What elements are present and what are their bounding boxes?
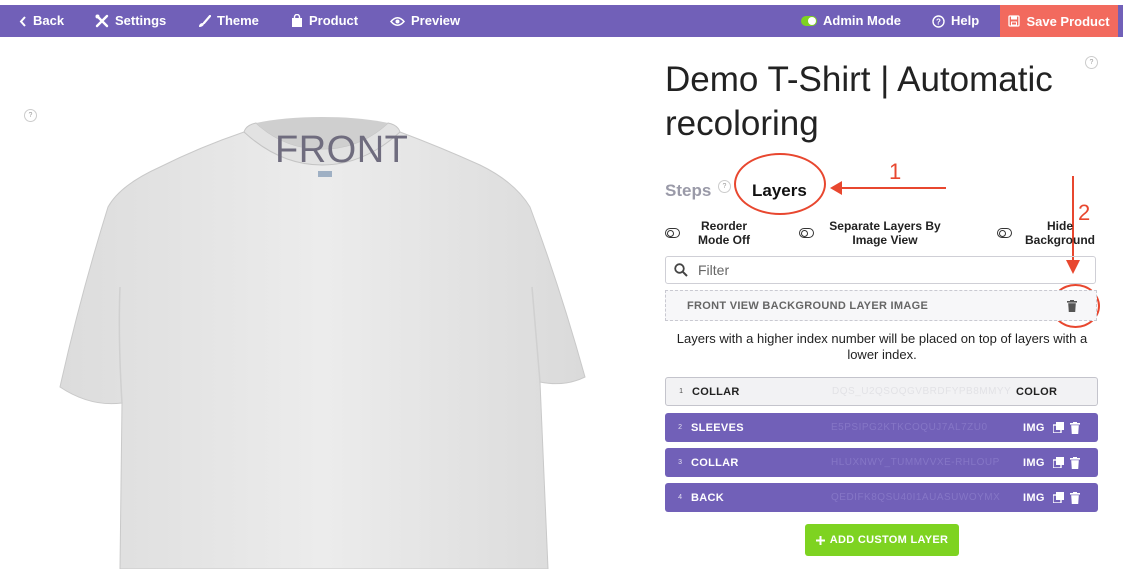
bag-icon [292,14,302,27]
layer-row[interactable]: 3 COLLAR HLUXNWY_TUMMVVXE-RHLOUP IMG [665,448,1098,477]
brush-icon [199,14,211,27]
svg-text:?: ? [936,17,941,26]
copy-icon[interactable] [1052,457,1064,468]
toggle-icon [801,16,817,26]
layer-row[interactable]: 4 BACK QEDIFK8QSU40I1AUASUWOYMX IMG [665,483,1098,512]
back-button[interactable]: Back [19,5,64,37]
add-custom-layer-label: ADD CUSTOM LAYER [829,534,949,546]
help-button[interactable]: ? Help [932,5,979,37]
layer-type: IMG [1023,421,1045,434]
layer-row[interactable]: 2 SLEEVES E5PSIPG2KTKCOQUJ7AL7ZU0 IMG [665,413,1098,442]
preview-label: Preview [411,13,461,28]
view-label: FRONT [275,129,409,171]
reorder-mode-option[interactable]: Reorder Mode Off [665,219,760,247]
theme-button[interactable]: Theme [198,5,259,37]
copy-icon[interactable] [1052,422,1064,433]
tools-icon [95,14,109,28]
question-circle-icon: ? [932,14,945,28]
preview-button[interactable]: Preview [390,5,460,37]
trash-icon[interactable] [1069,491,1080,504]
canvas-help-icon[interactable]: ? [24,109,37,122]
annotation-number-1: 1 [889,159,902,184]
reorder-mode-label: Reorder Mode Off [698,219,750,247]
toggle-icon[interactable] [997,228,1012,238]
layer-index: 2 [678,424,682,431]
title-help-icon[interactable]: ? [1085,56,1098,69]
layer-row[interactable]: 1 COLLAR DQS_U2QSOQGVBRDFYPB8MMYY COLOR [665,377,1098,406]
annotation-circle-layers [734,153,826,215]
layer-name: SLEEVES [691,421,744,434]
copy-icon[interactable] [1052,492,1064,503]
help-label: Help [951,13,980,28]
layer-id: QEDIFK8QSU40I1AUASUWOYMX [831,492,1001,503]
layer-id: E5PSIPG2KTKCOQUJ7AL7ZU0 [831,422,988,433]
layer-type: IMG [1023,491,1045,504]
product-canvas[interactable]: ? [0,37,650,569]
filter-input[interactable] [696,261,1080,279]
layer-id: HLUXNWY_TUMMVVXE-RHLOUP [831,457,1000,468]
save-product-label: Save Product [1026,13,1110,29]
layer-name: COLLAR [692,385,740,398]
search-icon [674,263,688,277]
separate-layers-label: Separate Layers By Image View [829,219,941,247]
back-label: Back [33,13,65,28]
settings-label: Settings [115,13,167,28]
layer-name: COLLAR [691,456,739,469]
trash-icon[interactable] [1067,300,1077,312]
product-title: Demo T-Shirt | Automatic recoloring [665,60,1053,143]
save-icon [1008,15,1021,27]
layer-index: 1 [679,388,683,395]
toggle-icon[interactable] [799,228,814,238]
product-button[interactable]: Product [291,5,358,37]
settings-button[interactable]: Settings [95,5,166,37]
add-custom-layer-button[interactable]: ADD CUSTOM LAYER [805,524,959,556]
layer-index: 3 [678,459,682,466]
layer-id: DQS_U2QSOQGVBRDFYPB8MMYY [832,386,1012,397]
layer-index: 4 [678,494,682,501]
annotation-arrow-1 [830,181,946,195]
admin-mode-toggle[interactable]: Admin Mode [801,5,901,37]
toggle-icon[interactable] [665,228,680,238]
background-layer-row[interactable]: FRONT VIEW BACKGROUND LAYER IMAGE [665,290,1097,321]
plus-icon [815,535,825,545]
separate-layers-option[interactable]: Separate Layers By Image View [799,219,948,247]
background-layer-label: FRONT VIEW BACKGROUND LAYER IMAGE [687,299,929,312]
trash-icon[interactable] [1069,456,1080,469]
layer-type: IMG [1023,456,1045,469]
theme-label: Theme [217,13,259,28]
trash-icon[interactable] [1069,421,1080,434]
chevron-left-icon [19,15,26,27]
admin-mode-label: Admin Mode [823,13,901,28]
steps-help-icon[interactable]: ? [718,180,731,193]
hide-background-option[interactable]: Hide Background [997,219,1100,247]
layer-order-info: Layers with a higher index number will b… [676,331,1088,362]
filter-field [665,256,1096,284]
eye-icon [390,16,405,26]
layer-name: BACK [691,491,724,504]
tab-steps[interactable]: Steps [665,181,711,201]
layer-type: COLOR [1016,385,1058,398]
toolbar: Back Settings Theme Product Preview Admi… [0,5,1123,37]
hide-background-label: Hide Background [1024,219,1095,247]
product-label: Product [309,13,359,28]
tshirt-image [59,117,586,569]
save-product-button[interactable]: Save Product [1000,5,1118,37]
